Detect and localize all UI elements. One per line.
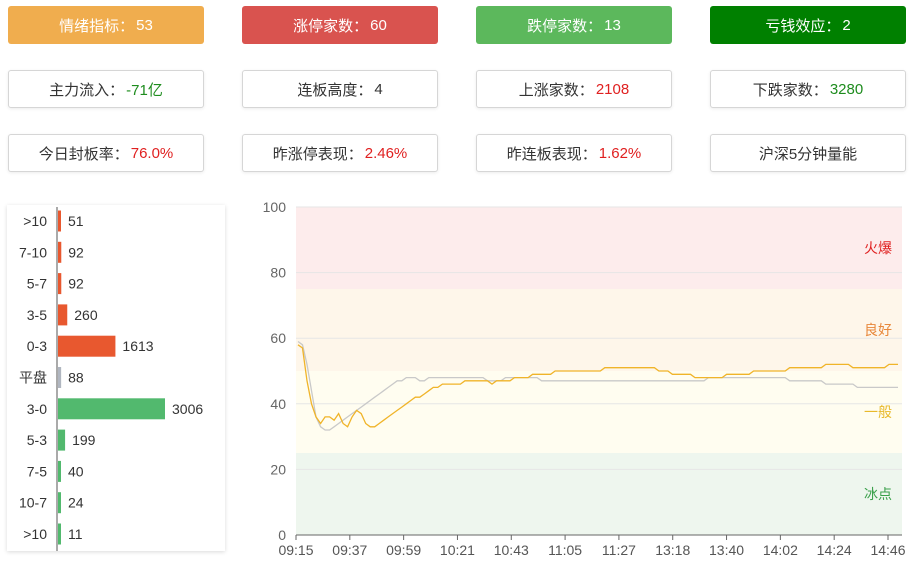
y-tick-label: 60: [270, 330, 286, 346]
stat-card: 今日封板率： 76.0%: [8, 134, 204, 172]
x-tick-label: 14:24: [817, 542, 852, 558]
bar-category-label: 7-5: [27, 463, 47, 479]
bar-category-label: >10: [23, 213, 47, 229]
x-tick-label: 10:21: [440, 542, 475, 558]
bar-value-label: 51: [68, 213, 84, 229]
stat-card: 下跌家数： 3280: [710, 70, 906, 108]
stat-label: 沪深5分钟量能: [758, 145, 858, 163]
bar: [58, 460, 61, 482]
y-tick-label: 40: [270, 396, 286, 412]
bar: [58, 241, 62, 263]
stat-value: 1.62%: [598, 144, 642, 162]
bar-value-label: 199: [72, 432, 96, 448]
bar: [58, 398, 165, 420]
stat-value: 2108: [595, 80, 630, 98]
x-tick-label: 10:43: [494, 542, 529, 558]
bar-value-label: 1613: [122, 338, 153, 354]
bar-category-label: 5-3: [27, 432, 47, 448]
stat-label: 上涨家数：: [518, 81, 594, 99]
stat-label: 昨涨停表现：: [272, 145, 363, 163]
bar: [58, 492, 61, 514]
stat-card: 连板高度： 4: [242, 70, 438, 108]
distribution-bar-chart: >10 51 7-10 92 5-7 92 3-5 260 0-3 1613 平盘 88 3-0 3006…: [19, 207, 203, 551]
zone-label: 良好: [864, 322, 892, 338]
stat-card: 上涨家数： 2108: [476, 70, 672, 108]
stat-value: 2: [842, 16, 851, 34]
zone-label: 一般: [864, 404, 892, 420]
stat-label: 情绪指标：: [59, 17, 135, 35]
stat-card: 昨涨停表现： 2.46%: [242, 134, 438, 172]
bar: [58, 210, 61, 232]
stat-card: 昨连板表现： 1.62%: [476, 134, 672, 172]
stat-card: 亏钱效应： 2: [710, 6, 906, 44]
stat-value: 76.0%: [130, 144, 174, 162]
bar: [58, 523, 61, 545]
stat-label: 下跌家数：: [752, 81, 828, 99]
bar-value-label: 40: [68, 463, 84, 479]
x-tick-label: 09:59: [386, 542, 421, 558]
stat-value: 3280: [829, 80, 864, 98]
bar: [58, 367, 62, 388]
bar-category-label: 10-7: [19, 495, 47, 511]
bar-value-label: 11: [68, 526, 83, 542]
y-tick-label: 0: [278, 527, 286, 543]
x-tick-label: 14:46: [870, 542, 905, 558]
x-tick-label: 13:40: [709, 542, 744, 558]
stat-label: 今日封板率：: [38, 145, 129, 163]
stat-label: 主力流入：: [49, 81, 125, 99]
bar-value-label: 92: [68, 276, 84, 292]
distribution-panel: >10 51 7-10 92 5-7 92 3-5 260 0-3 1613 平盘 88 3-0 3006…: [7, 205, 225, 551]
bar-value-label: 3006: [172, 401, 203, 417]
zone-label: 火爆: [864, 240, 892, 256]
zone-band: [296, 289, 902, 371]
sentiment-line-chart: 火爆良好一般冰点 0 20 40 60 80 100 09:15 09:37 09:59 10:21…: [263, 199, 906, 558]
bar-category-label: >10: [23, 526, 47, 542]
x-tick-label: 11:27: [602, 542, 636, 558]
stat-label: 亏钱效应：: [765, 17, 841, 35]
y-tick-label: 20: [270, 461, 286, 477]
stat-value: -71亿: [126, 81, 163, 99]
stat-card: 沪深5分钟量能: [710, 134, 906, 172]
y-tick-label: 100: [263, 199, 287, 215]
bar: [58, 273, 62, 295]
bar: [58, 304, 68, 326]
stat-value: 13: [604, 16, 621, 34]
zone-band: [296, 207, 902, 289]
y-tick-label: 80: [270, 265, 286, 281]
stat-label: 连板高度：: [297, 81, 373, 99]
bar-value-label: 24: [68, 495, 84, 511]
zone-band: [296, 453, 902, 535]
x-tick-label: 09:15: [278, 542, 313, 558]
bar: [58, 429, 66, 451]
bar-category-label: 平盘: [19, 370, 47, 386]
zone-label: 冰点: [864, 486, 892, 502]
stat-value: 53: [136, 16, 153, 34]
bar-category-label: 3-0: [27, 401, 47, 417]
stat-card: 情绪指标： 53: [8, 6, 204, 44]
bar-category-label: 5-7: [27, 276, 47, 292]
x-tick-label: 14:02: [763, 542, 798, 558]
bar-category-label: 0-3: [27, 338, 47, 354]
bar-value-label: 88: [68, 370, 84, 386]
stat-card: 跌停家数： 13: [476, 6, 672, 44]
stat-label: 涨停家数：: [293, 17, 369, 35]
x-tick-label: 11:05: [548, 542, 582, 558]
stat-label: 昨连板表现：: [506, 145, 597, 163]
stat-value: 60: [370, 16, 387, 34]
bar-category-label: 7-10: [19, 244, 47, 260]
stat-card: 主力流入： -71亿: [8, 70, 204, 108]
bar-value-label: 92: [68, 244, 84, 260]
stat-card: 涨停家数： 60: [242, 6, 438, 44]
stat-value: 4: [374, 80, 383, 98]
x-tick-label: 13:18: [655, 542, 690, 558]
bar: [58, 335, 116, 357]
zone-band: [296, 371, 902, 453]
x-tick-label: 09:37: [332, 542, 367, 558]
bar-value-label: 260: [74, 307, 98, 323]
stat-label: 跌停家数：: [527, 17, 603, 35]
bar-category-label: 3-5: [27, 307, 47, 323]
stat-value: 2.46%: [364, 144, 408, 162]
